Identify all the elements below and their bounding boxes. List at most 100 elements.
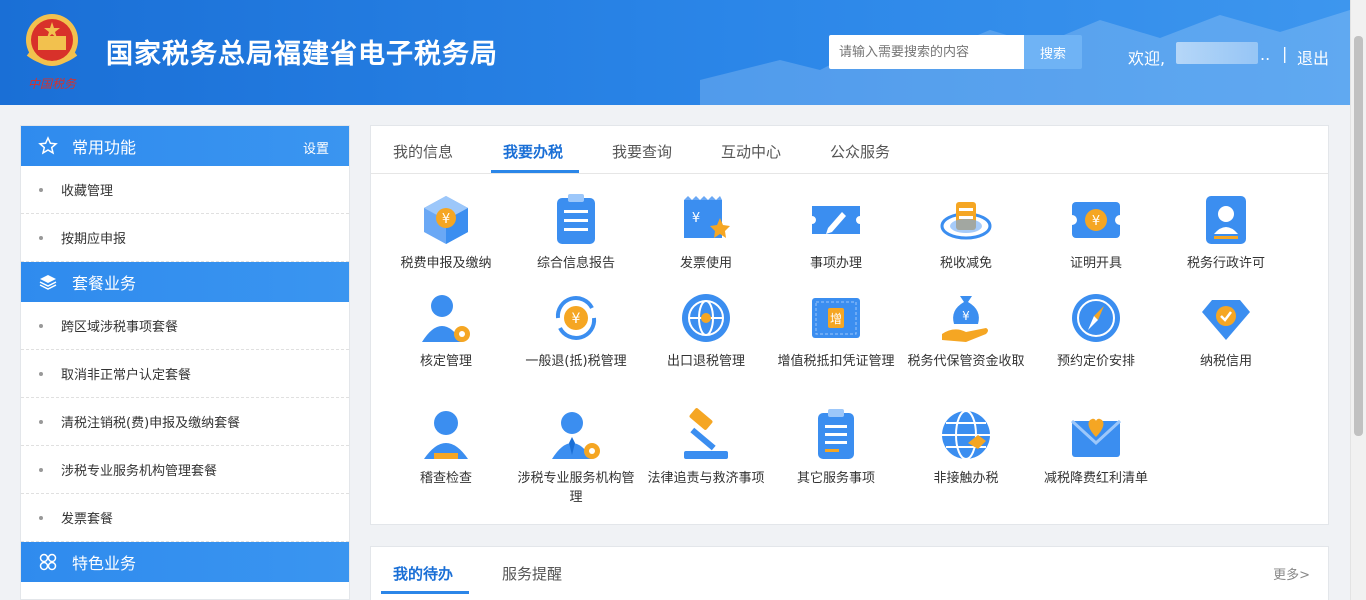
service-label: 综合信息报告 — [536, 256, 615, 271]
service-label: 税务代保管资金收取 — [907, 354, 1025, 369]
agent-user-gear-icon — [552, 412, 600, 459]
tax-relief-coins-icon — [940, 202, 992, 240]
bullet-icon — [39, 515, 43, 520]
sidebar-item-invoice-package[interactable]: 发票套餐 — [21, 494, 349, 542]
service-inspection[interactable]: 稽查检查 — [381, 407, 511, 488]
welcome-text: 欢迎, — [1128, 49, 1166, 68]
site-title: 国家税务总局福建省电子税务局 — [106, 39, 498, 70]
sidebar-item-periodic-declare[interactable]: 按期应申报 — [21, 214, 349, 262]
tax-declare-cube-icon: ¥ — [424, 196, 468, 244]
service-label: 增值税抵扣凭证管理 — [777, 354, 895, 369]
sidebar-item-label: 发票套餐 — [61, 512, 114, 527]
service-custody-fund[interactable]: ¥ 税务代保管资金收取 — [901, 290, 1031, 371]
username-ellipsis: .. — [1260, 45, 1271, 64]
sidebar-section-title: 常用功能 — [72, 138, 137, 157]
tab-tax-handling[interactable]: 我要办税 — [503, 141, 563, 162]
svg-text:¥: ¥ — [442, 212, 450, 227]
active-tab-indicator — [381, 591, 469, 594]
svg-text:中国税务: 中国税务 — [28, 77, 77, 91]
service-tax-relief[interactable]: 税收减免 — [901, 192, 1031, 273]
service-label: 证明开具 — [1069, 256, 1122, 271]
svg-text:¥: ¥ — [1092, 214, 1100, 229]
service-refund[interactable]: ¥ 一般退(抵)税管理 — [511, 290, 641, 371]
setting-link[interactable]: 设置 — [303, 138, 329, 157]
masked-username — [1176, 42, 1258, 64]
tab-my-info[interactable]: 我的信息 — [393, 141, 453, 162]
service-matter-handling[interactable]: 事项办理 — [771, 192, 901, 273]
globe-handshake-icon — [942, 410, 990, 460]
service-advance-pricing[interactable]: 预约定价安排 — [1031, 290, 1161, 371]
tab-service-reminder[interactable]: 服务提醒 — [502, 563, 562, 584]
service-label: 发票使用 — [679, 256, 732, 271]
tab-my-todo[interactable]: 我的待办 — [393, 563, 453, 584]
sidebar-item-label: 收藏管理 — [61, 184, 114, 199]
svg-text:¥: ¥ — [962, 309, 970, 323]
service-other[interactable]: 其它服务事项 — [771, 407, 901, 488]
tab-interaction[interactable]: 互动中心 — [721, 141, 781, 162]
service-label: 预约定价安排 — [1056, 354, 1135, 369]
service-tax-bonus-list[interactable]: 减税降费红利清单 — [1031, 407, 1161, 488]
service-legal-remedy[interactable]: 法律追责与救济事项 — [641, 407, 771, 488]
service-agency-management[interactable]: 涉税专业服务机构管理 — [511, 407, 641, 507]
sidebar-item-label: 涉税专业服务机构管理套餐 — [61, 464, 218, 479]
service-label: 事项办理 — [809, 256, 862, 271]
compass-pricing-icon — [1072, 294, 1120, 342]
clipboard-report-icon — [557, 194, 595, 244]
service-export-refund[interactable]: 出口退税管理 — [641, 290, 771, 371]
sidebar-item-cross-region[interactable]: 跨区域涉税事项套餐 — [21, 302, 349, 350]
service-label: 税收减免 — [939, 256, 992, 271]
envelope-heart-icon — [1070, 418, 1122, 457]
service-label: 税务行政许可 — [1186, 256, 1265, 271]
ticket-pen-icon — [812, 206, 860, 234]
sidebar-item-tax-clearance[interactable]: 清税注销税(费)申报及缴纳套餐 — [21, 398, 349, 446]
bullet-icon — [39, 235, 43, 240]
service-label: 税费申报及缴纳 — [400, 256, 492, 271]
service-label: 法律追责与救济事项 — [647, 471, 765, 486]
search-button[interactable]: 搜索 — [1024, 35, 1082, 69]
logout-link[interactable]: 退出 — [1297, 45, 1329, 69]
tax-emblem-icon: 中国税务 — [26, 14, 78, 91]
certificate-yen-icon: ¥ — [1068, 202, 1124, 238]
money-bag-hand-icon: ¥ — [942, 296, 988, 342]
service-tax-declare[interactable]: ¥ 税费申报及缴纳 — [381, 192, 511, 273]
service-label: 稽查检查 — [419, 471, 472, 486]
scrollbar-thumb[interactable] — [1354, 36, 1363, 436]
service-certificate[interactable]: ¥ 证明开具 — [1031, 192, 1161, 273]
tab-query[interactable]: 我要查询 — [612, 141, 672, 162]
sidebar-section-title: 特色业务 — [72, 554, 137, 573]
service-admin-license[interactable]: 税务行政许可 — [1161, 192, 1291, 273]
license-person-icon — [1206, 196, 1246, 244]
sidebar-item-label: 跨区域涉税事项套餐 — [61, 320, 179, 335]
svg-text:¥: ¥ — [572, 311, 581, 327]
page-scrollbar[interactable] — [1350, 0, 1366, 600]
grid-circles-icon — [38, 552, 58, 572]
header-banner: 中国税务 国家税务总局福建省电子税务局 搜索 欢迎, .. | 退出 — [0, 0, 1350, 105]
sidebar-item-agency-management[interactable]: 涉税专业服务机构管理套餐 — [21, 446, 349, 494]
search-input[interactable] — [829, 35, 1024, 69]
bullet-icon — [39, 323, 43, 328]
sidebar-item-label: 按期应申报 — [61, 232, 127, 247]
service-vat-voucher[interactable]: 增 增值税抵扣凭证管理 — [771, 290, 901, 371]
svg-text:增: 增 — [830, 312, 842, 326]
service-label: 减税降费红利清单 — [1043, 471, 1148, 486]
service-assessment[interactable]: 核定管理 — [381, 290, 511, 371]
service-invoice-use[interactable]: ¥ 发票使用 — [641, 192, 771, 273]
service-contactless[interactable]: 非接触办税 — [901, 407, 1031, 488]
service-label: 核定管理 — [419, 354, 472, 369]
star-icon — [38, 136, 58, 156]
bullet-icon — [39, 371, 43, 376]
sidebar-section-package: 套餐业务 — [21, 262, 349, 302]
service-label: 出口退税管理 — [666, 354, 745, 369]
service-label: 其它服务事项 — [796, 471, 875, 486]
sidebar-item-favorites[interactable]: 收藏管理 — [21, 166, 349, 214]
service-info-report[interactable]: 综合信息报告 — [511, 192, 641, 273]
header-separator: | — [1282, 44, 1288, 63]
sidebar: 常用功能 设置 收藏管理 按期应申报 套餐业务 跨区域涉税事项套餐 取消非正常户… — [20, 125, 350, 600]
sidebar-item-cancel-abnormal[interactable]: 取消非正常户认定套餐 — [21, 350, 349, 398]
more-link[interactable]: 更多> — [1273, 564, 1310, 583]
sidebar-section-title: 套餐业务 — [72, 274, 137, 293]
sidebar-item-label: 清税注销税(费)申报及缴纳套餐 — [61, 416, 241, 431]
service-tax-credit[interactable]: 纳税信用 — [1161, 290, 1291, 371]
main-panel: 我的信息 我要办税 我要查询 互动中心 公众服务 ¥ 税费申报及缴纳 综合信息报… — [370, 125, 1329, 525]
tab-public-service[interactable]: 公众服务 — [830, 141, 890, 162]
